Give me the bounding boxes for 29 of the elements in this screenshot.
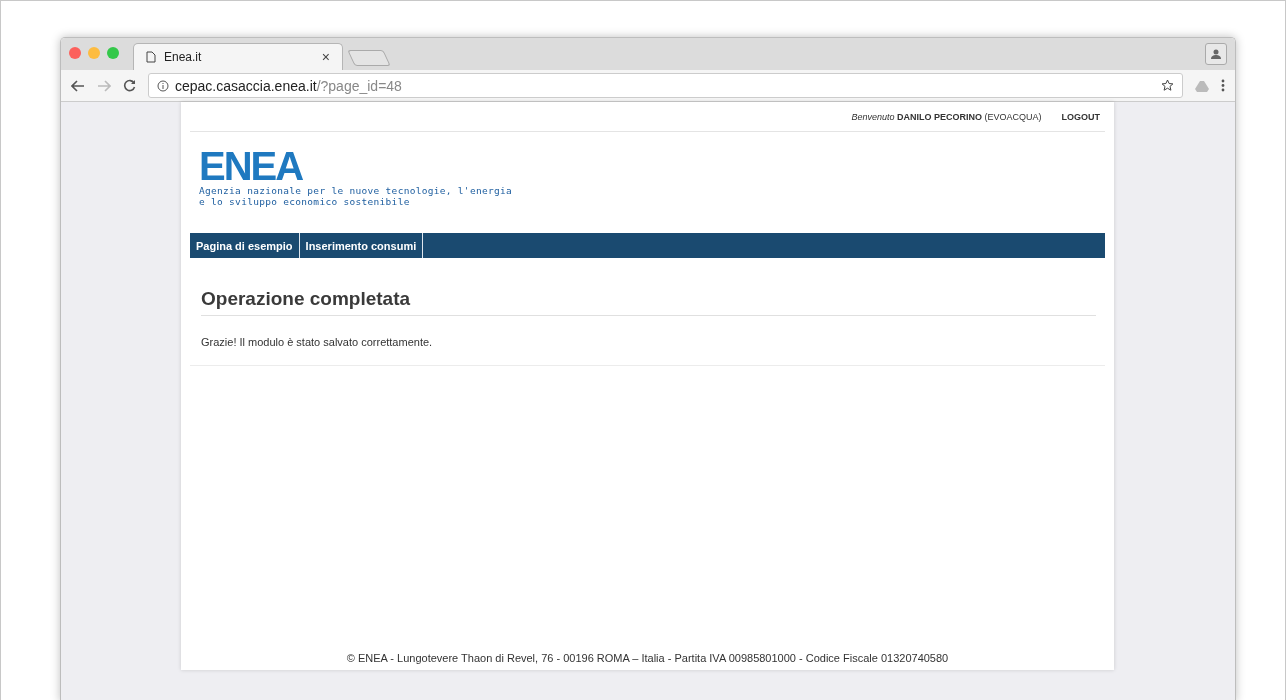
reload-icon[interactable]: [123, 79, 136, 92]
url-host: cepac.casaccia.enea.it: [175, 77, 317, 94]
browser-tab[interactable]: Enea.it ×: [133, 43, 343, 70]
close-window-icon[interactable]: [69, 47, 81, 59]
logo-tagline: Agenzia nazionale per le nuove tecnologie, l'energia: [199, 185, 512, 196]
logo: ENEA: [199, 147, 303, 185]
tab-title: Enea.it: [164, 50, 203, 64]
address-bar[interactable]: cepac.casaccia.enea.it/?page_id=48: [148, 73, 1183, 98]
maximize-window-icon[interactable]: [107, 47, 119, 59]
person-icon: [1210, 48, 1222, 60]
nav-link[interactable]: Pagina di esempio: [190, 233, 300, 258]
page-title: Operazione completata: [201, 288, 1096, 316]
tab-close-button[interactable]: ×: [321, 49, 330, 65]
forward-icon[interactable]: [97, 79, 111, 92]
menu-icon[interactable]: [1221, 79, 1225, 92]
footer-text: © ENEA - Lungotevere Thaon di Revel, 76 - 00196 ROMA – Italia - Partita IVA 00985801000 - Codice Fiscale 01320740580: [345, 652, 950, 666]
page-icon: [146, 51, 156, 63]
new-tab-button[interactable]: [347, 50, 391, 66]
welcome-text: Benvenuto DANILO PECORINO (EVOACQUA): [851, 111, 1042, 122]
back-icon[interactable]: [71, 79, 85, 92]
success-message: Grazie! Il modulo è stato salvato correttamente.: [201, 336, 434, 348]
info-icon: [157, 79, 169, 92]
logout-link[interactable]: LOGOUT: [1061, 111, 1100, 122]
nav-link[interactable]: Inserimento consumi: [299, 233, 424, 258]
star-icon[interactable]: [1161, 79, 1174, 92]
logo-tagline: e lo sviluppo economico sostenibile: [199, 196, 410, 207]
url-path: /?page_id=48: [316, 77, 402, 94]
minimize-window-icon[interactable]: [88, 47, 100, 59]
profile-button[interactable]: [1205, 43, 1227, 65]
